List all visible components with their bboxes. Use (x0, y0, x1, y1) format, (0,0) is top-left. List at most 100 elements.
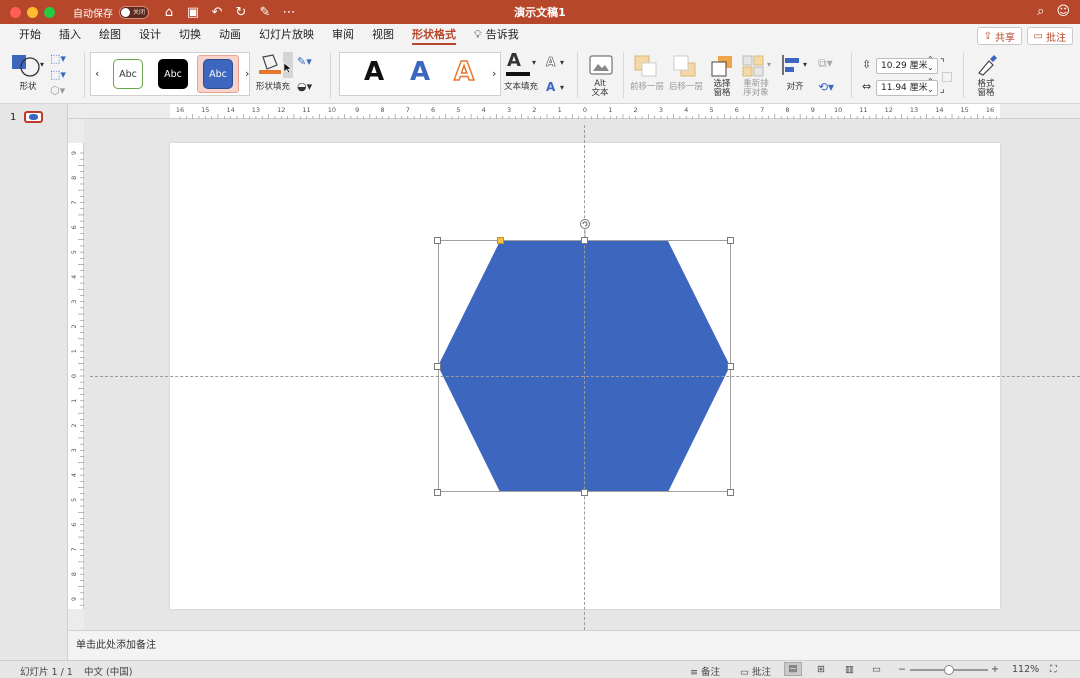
resize-handle-bottom-left[interactable] (434, 489, 441, 496)
ruler-label: 16 (176, 106, 184, 114)
search-icon[interactable]: ⌕ (1037, 4, 1044, 19)
shape-effects-icon[interactable]: ◒▾ (297, 80, 312, 93)
tab-design[interactable]: 设计 (130, 24, 170, 46)
style-tile-outline[interactable]: Abc (113, 59, 143, 89)
bring-forward-icon[interactable] (633, 54, 659, 78)
wordart-orange-outline[interactable]: A (453, 56, 475, 88)
text-box-icon[interactable]: ⬚▾ (50, 68, 66, 81)
tab-shape-format[interactable]: 形状格式 (403, 24, 465, 46)
ruler-label: 4 (70, 473, 78, 477)
reorder-dropdown-icon[interactable]: ▾ (767, 60, 771, 69)
save-icon[interactable]: ▣ (185, 5, 201, 20)
close-window-button[interactable] (10, 6, 21, 18)
reorder-objects-icon[interactable] (741, 54, 767, 78)
account-icon[interactable]: ☺ (1056, 4, 1070, 19)
tell-me[interactable]: 💡︎ 告诉我 (465, 24, 528, 46)
format-pane-icon[interactable] (975, 53, 999, 77)
shape-fill-label: 形状填充 (255, 82, 290, 92)
notes-toggle[interactable]: ≡ 备注 (690, 664, 720, 678)
adjustment-handle[interactable] (497, 237, 504, 244)
text-effects-dropdown-icon[interactable]: ▾ (560, 83, 564, 92)
resize-handle-bottom-right[interactable] (727, 489, 734, 496)
tab-transitions[interactable]: 切换 (170, 24, 210, 46)
edit-icon[interactable]: ✎ (257, 5, 273, 20)
minimize-window-button[interactable] (27, 6, 38, 18)
zoom-in-button[interactable]: + (991, 664, 999, 675)
share-button[interactable]: ⇪ 共享 (976, 27, 1022, 45)
slideshow-view-icon[interactable]: ▭ (872, 664, 881, 675)
comments-button[interactable]: ▭ 批注 (1026, 27, 1073, 45)
slide-thumbnail[interactable] (24, 111, 43, 123)
width-stepper[interactable]: ⌃ ⌄ (927, 78, 934, 94)
window-controls (10, 6, 55, 18)
text-outline-dropdown-icon[interactable]: ▾ (560, 58, 564, 67)
selection-pane-icon[interactable] (710, 54, 736, 78)
resize-handle-bottom[interactable] (581, 489, 588, 496)
more-icon[interactable]: ⋯ (281, 5, 297, 20)
edit-shape-icon[interactable]: ⬚▾ (50, 52, 66, 65)
rotate-icon[interactable]: ⟲▾ (818, 80, 834, 94)
shapes-icon[interactable] (10, 52, 44, 78)
resize-handle-right[interactable] (727, 363, 734, 370)
ruler-label: 2 (532, 106, 536, 114)
shapes-dropdown-icon[interactable]: ▾ (40, 60, 44, 69)
text-fill-icon[interactable]: A (507, 50, 521, 71)
merge-shapes-icon[interactable]: ⬡▾ (50, 84, 65, 97)
autosave: 自动保存 关闭 (73, 5, 149, 20)
language-indicator[interactable]: 中文 (中国) (84, 664, 132, 678)
tab-review[interactable]: 审阅 (323, 24, 363, 46)
wordart-black[interactable]: A (364, 57, 384, 87)
group-icon[interactable]: ⧉▾ (818, 56, 833, 71)
zoom-slider-thumb[interactable] (944, 665, 954, 675)
crop-bottom-icon[interactable]: ⌟ (940, 84, 945, 95)
zoom-level[interactable]: 112% (1012, 664, 1039, 675)
maximize-window-button[interactable] (44, 6, 55, 18)
tab-animations[interactable]: 动画 (210, 24, 250, 46)
resize-handle-top-left[interactable] (434, 237, 441, 244)
align-dropdown-icon[interactable]: ▾ (803, 60, 807, 69)
gallery-prev-button[interactable]: ‹ (95, 67, 99, 80)
resize-handle-top[interactable] (581, 237, 588, 244)
resize-handle-left[interactable] (434, 363, 441, 370)
format-pane-label: 格式 窗格 (972, 80, 1000, 98)
slide-sorter-icon[interactable]: ⊞ (817, 664, 825, 675)
tab-insert[interactable]: 插入 (50, 24, 90, 46)
ruler-label: 3 (659, 106, 663, 114)
paint-bucket-icon[interactable] (257, 53, 283, 75)
vertical-ruler[interactable]: 9 8 7 6 5 4 3 2 1 0 1 2 3 4 5 6 7 8 9 (68, 143, 84, 609)
redo-icon[interactable]: ↻ (233, 5, 249, 20)
format-pane-label-line-2: 窗格 (977, 88, 995, 98)
lock-aspect-icon[interactable] (942, 72, 952, 82)
shape-outline-icon[interactable]: ✎▾ (297, 55, 312, 68)
comments-toggle[interactable]: ▭ 批注 (740, 664, 771, 678)
zoom-out-button[interactable]: − (898, 664, 906, 675)
home-icon[interactable]: ⌂ (161, 5, 177, 20)
tab-view[interactable]: 视图 (363, 24, 403, 46)
wordart-blue[interactable]: A (410, 57, 430, 87)
normal-view-icon[interactable]: ▤ (784, 662, 802, 676)
align-icon[interactable] (780, 54, 802, 76)
text-effects-icon[interactable]: A (546, 80, 555, 94)
style-tile-black[interactable]: Abc (158, 59, 188, 89)
resize-handle-top-right[interactable] (727, 237, 734, 244)
alt-text-icon[interactable] (589, 55, 613, 77)
reading-view-icon[interactable]: ▥ (845, 664, 854, 675)
gallery-next-button[interactable]: › (245, 67, 249, 80)
text-fill-dropdown-icon[interactable]: ▾ (532, 58, 536, 67)
style-tile-blue[interactable]: Abc (203, 59, 233, 89)
height-stepper[interactable]: ⌃ ⌄ (927, 56, 934, 72)
crop-top-icon[interactable]: ⌝ (940, 58, 945, 69)
text-outline-icon[interactable]: A (546, 55, 556, 70)
tab-slideshow[interactable]: 幻灯片放映 (250, 24, 323, 46)
tab-home[interactable]: 开始 (10, 24, 50, 46)
lightbulb-icon: 💡︎ (474, 28, 482, 41)
ruler-label: 0 (70, 374, 78, 378)
autosave-toggle[interactable]: 关闭 (119, 5, 149, 19)
notes-pane[interactable]: 单击此处添加备注 (68, 630, 1080, 660)
undo-icon[interactable]: ↶ (209, 5, 225, 20)
wordart-next-button[interactable]: › (492, 67, 496, 80)
send-backward-icon[interactable] (672, 54, 698, 78)
fit-to-window-icon[interactable]: ⛶ (1050, 664, 1057, 675)
horizontal-ruler[interactable]: 16 15 14 13 12 11 10 9 8 7 6 5 4 3 2 1 0 1 2 3 4 5 6 7 8 9 10 11 12 1… (170, 104, 1000, 119)
tab-draw[interactable]: 绘图 (90, 24, 130, 46)
